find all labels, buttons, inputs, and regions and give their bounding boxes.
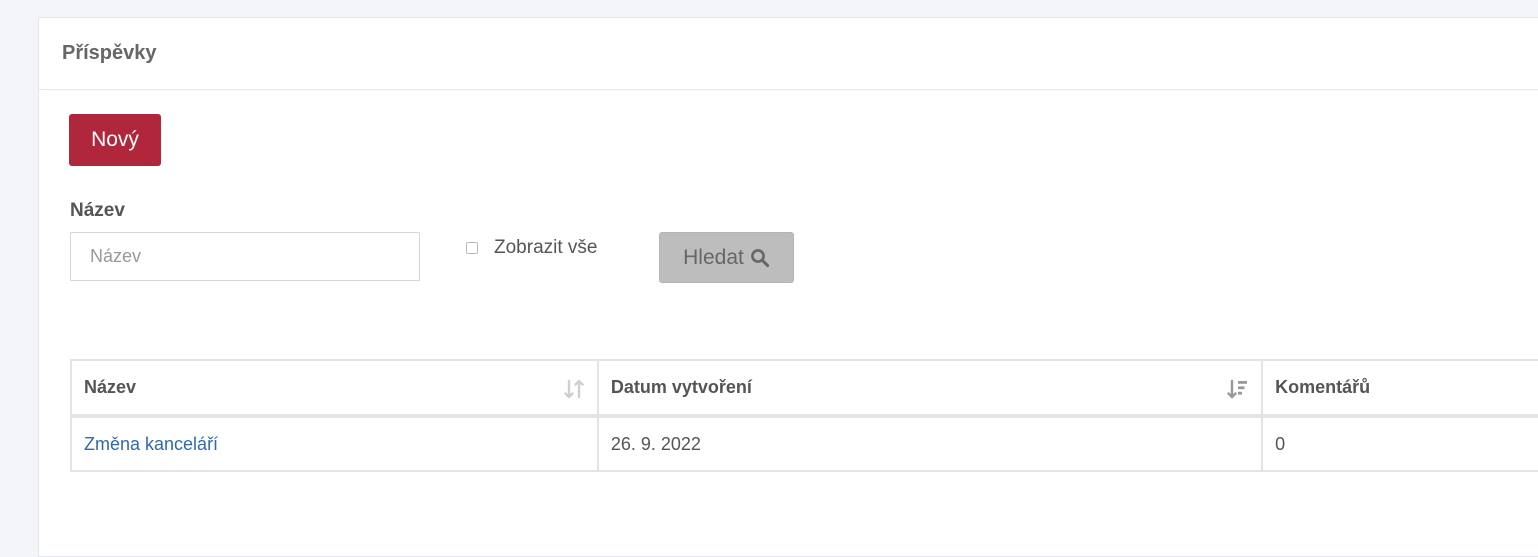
column-header-label: Datum vytvoření — [610, 377, 752, 397]
search-button[interactable]: Hledat — [659, 232, 794, 283]
column-header-created[interactable]: Datum vytvoření — [596, 359, 1264, 418]
card-header: Příspěvky — [39, 18, 1538, 90]
show-all-option[interactable]: Zobrazit vše — [466, 237, 597, 259]
search-icon — [750, 248, 770, 268]
cell-created: 26. 9. 2022 — [596, 415, 1264, 472]
search-button-label: Hledat — [683, 245, 744, 269]
column-header-label: Název — [84, 377, 137, 397]
new-post-button[interactable]: Nový — [69, 114, 161, 166]
name-filter-input[interactable] — [70, 232, 420, 281]
page-title: Příspěvky — [62, 42, 157, 64]
column-header-label: Komentářů — [1275, 377, 1371, 397]
show-all-label: Zobrazit vše — [494, 237, 598, 258]
cell-name: Změna kanceláří — [70, 415, 599, 472]
sort-descending-icon[interactable] — [1227, 379, 1249, 399]
table-header-row: Název Datum vytvoření Komentářů — [70, 359, 1538, 418]
column-header-comments: Komentářů — [1261, 359, 1538, 418]
show-all-checkbox[interactable] — [466, 242, 478, 254]
posts-card: Příspěvky Nový Název Zobrazit vše Hledat… — [38, 17, 1538, 557]
cell-comments: 0 — [1261, 415, 1538, 472]
sort-neutral-icon[interactable] — [563, 379, 585, 399]
name-filter-label: Název — [70, 200, 125, 221]
post-title-link[interactable]: Změna kanceláří — [84, 434, 218, 454]
posts-table: Název Datum vytvoření Komentářů Změna ka… — [70, 359, 1538, 472]
column-header-name[interactable]: Název — [70, 359, 599, 418]
table-row: Změna kanceláří 26. 9. 2022 0 — [70, 415, 1538, 472]
